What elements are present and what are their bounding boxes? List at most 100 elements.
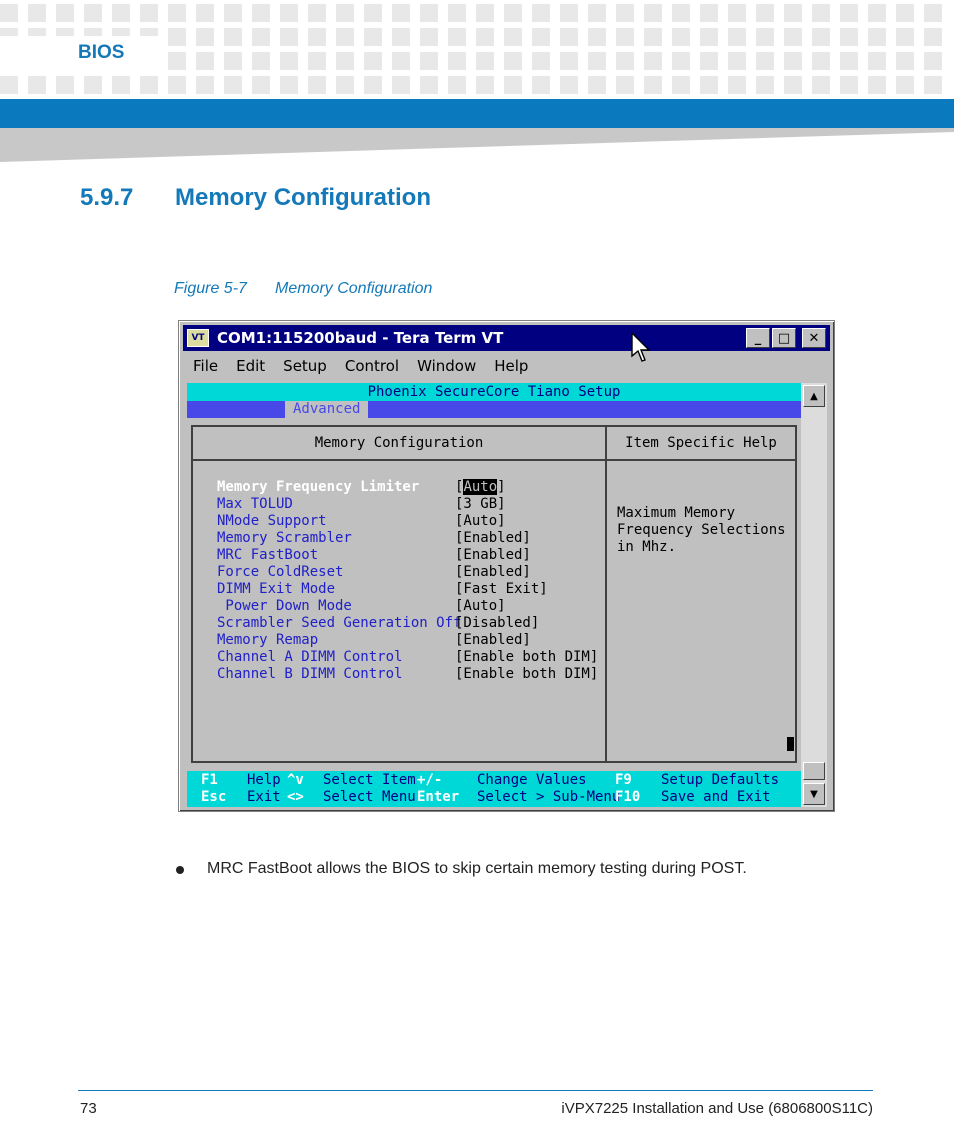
header-pattern-square xyxy=(924,4,942,22)
bios-item-value[interactable]: [Auto] xyxy=(455,598,506,615)
header-pattern-square xyxy=(168,76,186,94)
scroll-down-icon[interactable]: ▼ xyxy=(803,783,825,805)
header-pattern-square xyxy=(588,52,606,70)
header-pattern-square xyxy=(196,52,214,70)
menu-edit[interactable]: Edit xyxy=(236,357,265,375)
key-legend-key: F10 xyxy=(615,789,641,805)
scrollbar-thumb[interactable] xyxy=(803,762,825,780)
bios-item-value[interactable]: [Enable both DIM] xyxy=(455,666,598,683)
bios-item-value[interactable]: [3 GB] xyxy=(455,496,506,513)
header-pattern-square xyxy=(224,76,242,94)
terminal-screen[interactable]: Phoenix SecureCore Tiano Setup Advanced … xyxy=(187,383,801,807)
header-pattern-square xyxy=(364,28,382,46)
header-pattern-square xyxy=(84,76,102,94)
header-pattern-square xyxy=(224,52,242,70)
key-legend-key: F9 xyxy=(615,772,632,788)
header-pattern-square xyxy=(840,76,858,94)
header-pattern-square xyxy=(588,28,606,46)
bios-item-value[interactable]: [Auto] xyxy=(455,513,506,530)
header-section-label-box: BIOS xyxy=(0,36,160,72)
scroll-up-icon[interactable]: ▲ xyxy=(803,385,825,407)
header-pattern-square xyxy=(420,52,438,70)
header-pattern-square xyxy=(784,4,802,22)
header-pattern-square xyxy=(728,28,746,46)
header-pattern-square xyxy=(532,52,550,70)
header-pattern-square xyxy=(168,4,186,22)
header-pattern-square xyxy=(868,28,886,46)
tera-term-window: VT COM1:115200baud - Tera Term VT _ □ ✕ … xyxy=(178,320,835,812)
header-pattern-square xyxy=(392,76,410,94)
bios-item-label: Scrambler Seed Generation Off xyxy=(217,615,462,631)
header-pattern-square xyxy=(280,52,298,70)
header-pattern-square xyxy=(924,76,942,94)
header-pattern-square xyxy=(0,4,18,22)
header-pattern-square xyxy=(448,52,466,70)
header-pattern-square xyxy=(252,4,270,22)
header-pattern-square xyxy=(924,52,942,70)
section-title: Memory Configuration xyxy=(175,184,431,211)
bios-tab-bar: Advanced xyxy=(187,401,801,418)
help-text: Maximum Memory Frequency Selections in M… xyxy=(617,505,786,555)
window-title-bar[interactable]: VT COM1:115200baud - Tera Term VT _ □ ✕ xyxy=(183,325,830,351)
panel-title: Memory Configuration xyxy=(314,435,484,451)
header-pattern-square xyxy=(560,52,578,70)
panel-scroll-indicator xyxy=(787,737,794,751)
header-pattern-square xyxy=(84,4,102,22)
vertical-scrollbar[interactable]: ▲ ▼ xyxy=(801,383,827,807)
header-pattern-row xyxy=(0,4,942,22)
header-pattern-square xyxy=(336,76,354,94)
bios-item-value[interactable]: [Enabled] xyxy=(455,530,531,547)
header-pattern-square xyxy=(196,4,214,22)
header-pattern-square xyxy=(644,52,662,70)
maximize-button[interactable]: □ xyxy=(772,328,796,348)
menu-file[interactable]: File xyxy=(193,357,218,375)
page-number: 73 xyxy=(80,1100,97,1117)
menu-help[interactable]: Help xyxy=(494,357,528,375)
key-legend-key: <> xyxy=(287,789,304,805)
header-pattern-square xyxy=(644,28,662,46)
bios-value-highlighted: Auto xyxy=(463,479,498,495)
header-pattern-square xyxy=(56,76,74,94)
bios-item-value[interactable]: [Enabled] xyxy=(455,547,531,564)
tab-advanced[interactable]: Advanced xyxy=(285,401,369,418)
bullet-dot-icon xyxy=(176,866,184,874)
header-pattern-square xyxy=(476,52,494,70)
key-legend-desc: Exit xyxy=(247,789,281,805)
footer-doc-title: iVPX7225 Installation and Use (6806800S1… xyxy=(561,1100,873,1117)
bios-item-value[interactable]: [Auto] xyxy=(455,479,506,496)
header-pattern-square xyxy=(588,76,606,94)
bios-item-value[interactable]: [Enabled] xyxy=(455,564,531,581)
header-pattern-square xyxy=(504,76,522,94)
header-pattern-square xyxy=(112,76,130,94)
key-legend-desc: Setup Defaults xyxy=(661,772,780,788)
help-title: Item Specific Help xyxy=(625,435,777,451)
bios-panel: Memory Configuration Item Specific Help … xyxy=(191,425,797,763)
menu-control[interactable]: Control xyxy=(345,357,399,375)
header-pattern-square xyxy=(784,52,802,70)
bios-item-value[interactable]: [Disabled] xyxy=(455,615,539,632)
bios-item-label: Memory Remap xyxy=(217,632,319,648)
key-legend-desc: Select > Sub-Menu xyxy=(477,789,621,805)
header-pattern-square xyxy=(196,76,214,94)
header-pattern-square xyxy=(308,28,326,46)
bios-item-value[interactable]: [Enabled] xyxy=(455,632,531,649)
bios-item-label: MRC FastBoot xyxy=(217,547,319,563)
header-pattern-square xyxy=(868,76,886,94)
minimize-button[interactable]: _ xyxy=(746,328,770,348)
bios-item-label: DIMM Exit Mode xyxy=(217,581,336,597)
tera-term-logo-icon[interactable]: VT xyxy=(187,329,209,347)
bios-item-label: NMode Support xyxy=(217,513,327,529)
header-pattern-square xyxy=(252,76,270,94)
header-pattern-square xyxy=(840,52,858,70)
header-pattern-square xyxy=(336,52,354,70)
bios-item-value[interactable]: [Fast Exit] xyxy=(455,581,548,598)
close-button[interactable]: ✕ xyxy=(802,328,826,348)
bios-item-value[interactable]: [Enable both DIM] xyxy=(455,649,598,666)
menu-window[interactable]: Window xyxy=(417,357,476,375)
menu-setup[interactable]: Setup xyxy=(283,357,327,375)
menu-bar: File Edit Setup Control Window Help xyxy=(183,354,830,378)
header-pattern-row xyxy=(0,76,942,94)
key-legend-desc: Help xyxy=(247,772,281,788)
footer-rule xyxy=(78,1090,873,1091)
header-pattern-square xyxy=(252,52,270,70)
